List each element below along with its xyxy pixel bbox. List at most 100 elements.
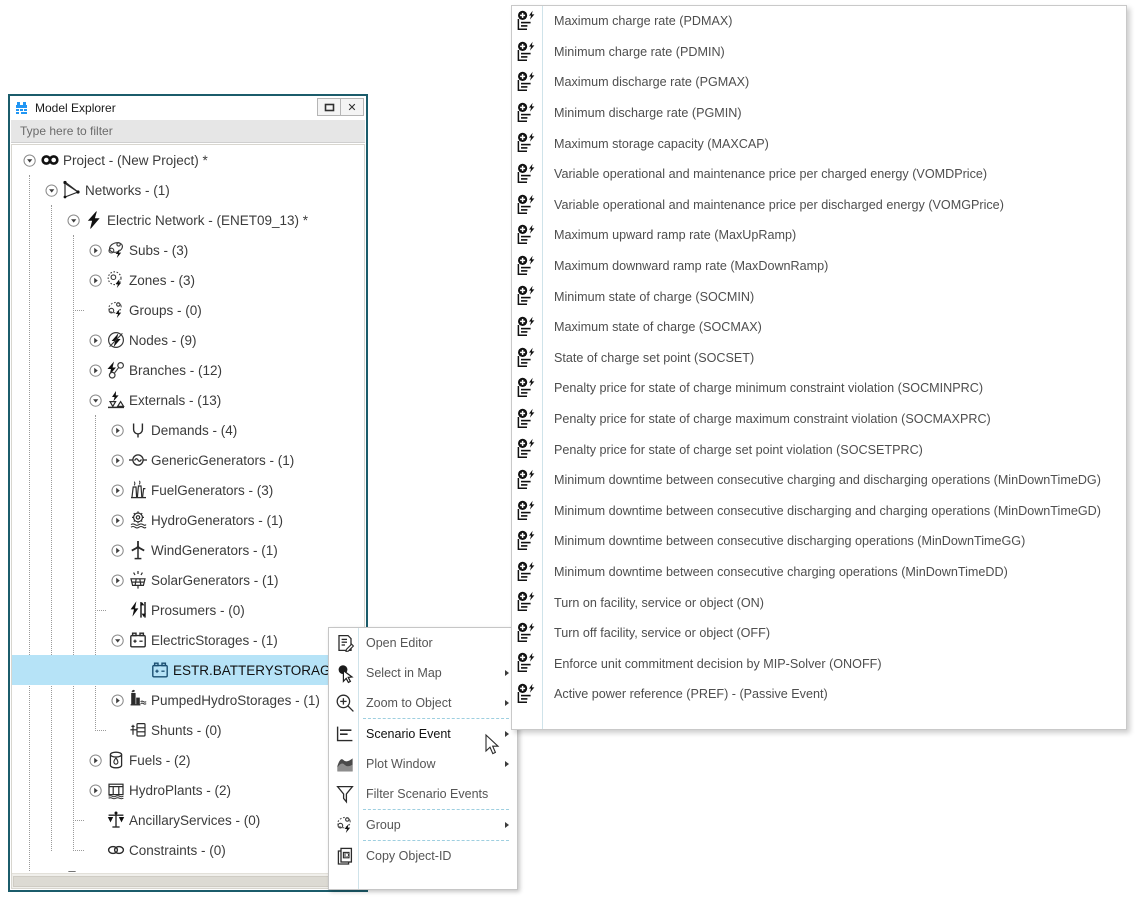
context-menu-item[interactable]: Select in Map [329, 658, 517, 688]
shunt-icon [128, 720, 148, 740]
tree-row[interactable]: PumpedHydroStorages - (1) [12, 685, 364, 715]
add-scenario-event-icon [516, 132, 538, 154]
tree-expander-collapsed[interactable] [111, 484, 124, 497]
horizontal-scrollbar[interactable] [12, 873, 364, 888]
model-explorer-window[interactable]: Model Explorer ✕ Type here to filter Pro… [8, 94, 368, 892]
submenu-item[interactable]: Minimum charge rate (PDMIN) [512, 37, 1126, 68]
tree-expander-expanded[interactable] [89, 394, 102, 407]
submenu-item[interactable]: Minimum downtime between consecutive cha… [512, 465, 1126, 496]
submenu-item-label: Maximum upward ramp rate (MaxUpRamp) [554, 228, 796, 242]
tree-expander-collapsed[interactable] [89, 274, 102, 287]
tree-row[interactable]: HydroPlants - (2) [12, 775, 364, 805]
tree-row[interactable]: Subs - (3) [12, 235, 364, 265]
context-menu-item-label: Zoom to Object [366, 696, 451, 710]
tree-row[interactable]: Constraints - (0) [12, 835, 364, 865]
tree-row[interactable]: Externals - (13) [12, 385, 364, 415]
submenu-item-label: Maximum downward ramp rate (MaxDownRamp) [554, 259, 828, 273]
submenu-item-label: Maximum charge rate (PDMAX) [554, 14, 732, 28]
tree-expander-collapsed[interactable] [111, 514, 124, 527]
tree-row[interactable]: ESTR.BATTERYSTORAGE [12, 655, 364, 685]
context-menu[interactable]: Open EditorSelect in MapZoom to ObjectSc… [328, 627, 518, 890]
submenu-item-label: Minimum charge rate (PDMIN) [554, 45, 725, 59]
submenu-item[interactable]: Variable operational and maintenance pri… [512, 159, 1126, 190]
context-menu-item[interactable]: Open Editor [329, 628, 517, 658]
context-menu-item[interactable]: Zoom to Object [329, 688, 517, 718]
tree-row[interactable]: Networks - (1) [12, 175, 364, 205]
tree-row[interactable]: ElectricStorages - (1) [12, 625, 364, 655]
tree-row[interactable]: Project - (New Project) * [12, 145, 364, 175]
tree-row[interactable]: Shunts - (0) [12, 715, 364, 745]
add-scenario-event-icon [516, 500, 538, 522]
tree-expander-expanded[interactable] [111, 634, 124, 647]
submenu-item[interactable]: Minimum downtime between consecutive dis… [512, 526, 1126, 557]
submenu-item[interactable]: Minimum downtime between consecutive cha… [512, 557, 1126, 588]
submenu-item[interactable]: Maximum charge rate (PDMAX) [512, 6, 1126, 37]
submenu-item[interactable]: Penalty price for state of charge maximu… [512, 404, 1126, 435]
tree-row[interactable]: Groups - (0) [12, 295, 364, 325]
restore-button[interactable] [317, 98, 341, 116]
tree-row[interactable]: FuelGenerators - (3) [12, 475, 364, 505]
submenu-item[interactable]: Minimum state of charge (SOCMIN) [512, 281, 1126, 312]
tree-expander-collapsed[interactable] [89, 334, 102, 347]
scrollbar-thumb[interactable] [13, 876, 353, 887]
context-menu-item[interactable]: Group [329, 810, 517, 840]
submenu-item[interactable]: Maximum upward ramp rate (MaxUpRamp) [512, 220, 1126, 251]
tree-expander-expanded[interactable] [23, 154, 36, 167]
tree-expander-expanded[interactable] [67, 214, 80, 227]
submenu-item[interactable]: Minimum downtime between consecutive dis… [512, 496, 1126, 527]
add-scenario-event-icon [516, 530, 538, 552]
submenu-item[interactable]: State of charge set point (SOCSET) [512, 343, 1126, 374]
tree-expander-collapsed[interactable] [111, 574, 124, 587]
lightning-icon [84, 210, 104, 230]
tree-row[interactable]: Zones - (3) [12, 265, 364, 295]
tree-row[interactable]: Scenario Events - (14) [12, 865, 364, 872]
submenu-item[interactable]: Enforce unit commitment decision by MIP-… [512, 648, 1126, 679]
tree-row[interactable]: WindGenerators - (1) [12, 535, 364, 565]
window-titlebar[interactable]: Model Explorer ✕ [10, 96, 366, 120]
tree-expander-collapsed[interactable] [111, 694, 124, 707]
tree-row[interactable]: Nodes - (9) [12, 325, 364, 355]
tree-expander-collapsed[interactable] [89, 784, 102, 797]
submenu-item[interactable]: Turn on facility, service or object (ON) [512, 587, 1126, 618]
tree-row[interactable]: SolarGenerators - (1) [12, 565, 364, 595]
submenu-item[interactable]: Maximum discharge rate (PGMAX) [512, 67, 1126, 98]
tree-expander-expanded[interactable] [45, 184, 58, 197]
tree-row[interactable]: Demands - (4) [12, 415, 364, 445]
tree-row[interactable]: Electric Network - (ENET09_13) * [12, 205, 364, 235]
tree-expander-collapsed[interactable] [111, 454, 124, 467]
submenu-item[interactable]: Penalty price for state of charge minimu… [512, 373, 1126, 404]
tree-row[interactable]: AncillaryServices - (0) [12, 805, 364, 835]
context-menu-item[interactable]: IDCopy Object-ID [329, 841, 517, 871]
close-button[interactable]: ✕ [340, 98, 364, 116]
tree-expander-collapsed[interactable] [111, 544, 124, 557]
tree-expander-collapsed[interactable] [89, 754, 102, 767]
submenu-arrow-icon [505, 822, 509, 828]
submenu-item[interactable]: Penalty price for state of charge set po… [512, 434, 1126, 465]
tree-row[interactable]: HydroGenerators - (1) [12, 505, 364, 535]
submenu-item-label: Variable operational and maintenance pri… [554, 167, 987, 181]
tree-row[interactable]: Fuels - (2) [12, 745, 364, 775]
submenu-item[interactable]: Maximum storage capacity (MAXCAP) [512, 128, 1126, 159]
tree-row[interactable]: Prosumers - (0) [12, 595, 364, 625]
submenu-item[interactable]: Maximum downward ramp rate (MaxDownRamp) [512, 251, 1126, 282]
tree-row[interactable]: GenericGenerators - (1) [12, 445, 364, 475]
plug-icon [128, 420, 148, 440]
tree-expander-collapsed[interactable] [111, 424, 124, 437]
tree-expander-collapsed[interactable] [89, 244, 102, 257]
submenu-item[interactable]: Minimum discharge rate (PGMIN) [512, 98, 1126, 129]
submenu-item[interactable]: Active power reference (PREF) - (Passive… [512, 679, 1126, 710]
submenu-item[interactable]: Maximum state of charge (SOCMAX) [512, 312, 1126, 343]
tree-expander-collapsed[interactable] [89, 364, 102, 377]
tree-row[interactable]: Branches - (12) [12, 355, 364, 385]
tree-panel[interactable]: Project - (New Project) *Networks - (1)E… [11, 144, 365, 889]
submenu-item-label: Minimum downtime between consecutive dis… [554, 534, 1025, 548]
submenu-item[interactable]: Turn off facility, service or object (OF… [512, 618, 1126, 649]
filter-input[interactable]: Type here to filter [11, 120, 365, 143]
submenu-item-label: Maximum state of charge (SOCMAX) [554, 320, 762, 334]
mouse-cursor [485, 734, 501, 756]
submenu-item[interactable]: Variable operational and maintenance pri… [512, 190, 1126, 221]
model-tree[interactable]: Project - (New Project) *Networks - (1)E… [12, 145, 364, 872]
context-menu-item[interactable]: Filter Scenario Events [329, 779, 517, 809]
scenario-event-submenu[interactable]: Maximum charge rate (PDMAX) Minimum charg… [511, 5, 1127, 730]
add-scenario-event-icon [516, 347, 538, 369]
